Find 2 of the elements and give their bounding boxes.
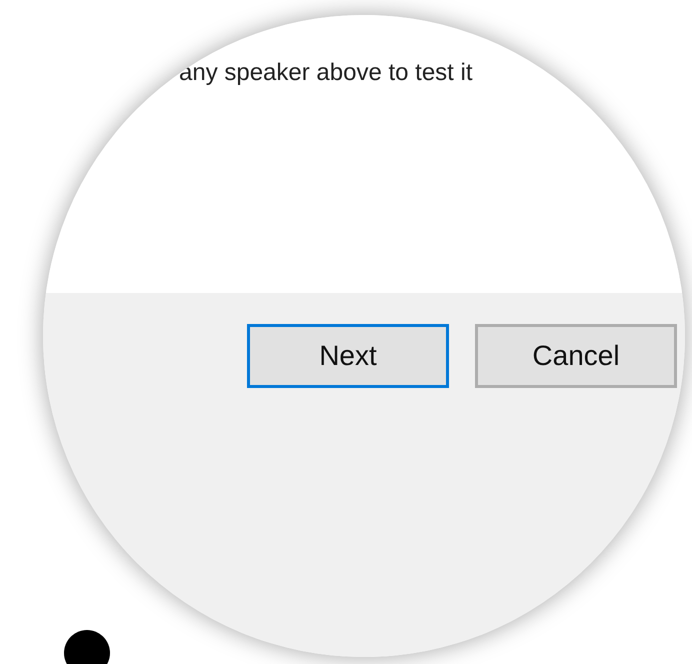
dialog-button[interactable]: Next	[247, 324, 449, 388]
dialog-button[interactable]: Cancel	[475, 324, 677, 388]
